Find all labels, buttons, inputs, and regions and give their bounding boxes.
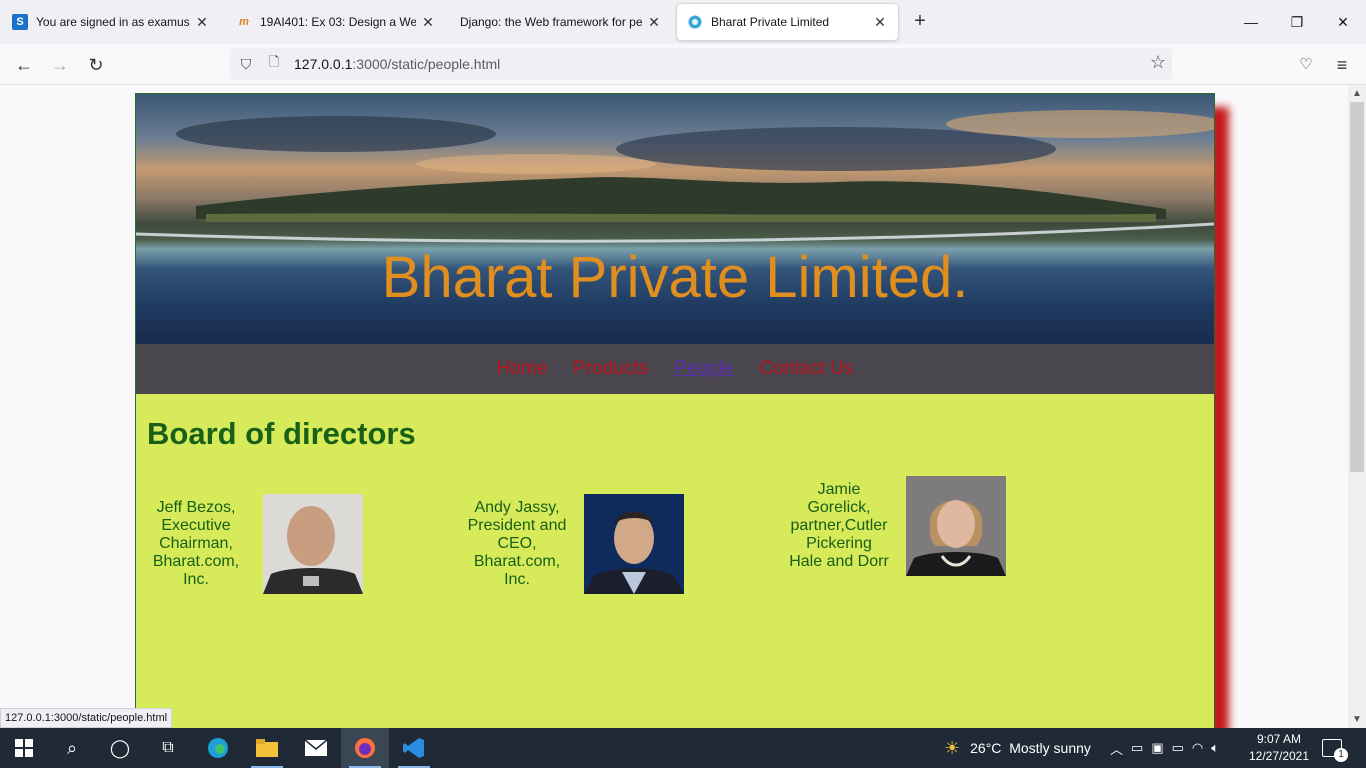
status-url: 127.0.0.1:3000/static/people.html [0,708,173,728]
andy-jassy-photo [584,494,684,594]
volume-icon[interactable]: 🔈︎ [1211,740,1219,756]
windows-logo-icon [15,739,33,757]
edge-icon[interactable] [194,728,242,768]
page-heading: Board of directors [147,416,416,451]
bookmark-star-icon[interactable]: ☆ [1150,52,1166,73]
pocket-icon[interactable]: ♡ [1292,52,1320,78]
cortana-icon[interactable]: ◯ [96,728,144,768]
weather-widget[interactable]: ☀ 26°C Mostly sunny [944,728,1091,768]
mail-icon[interactable] [292,728,340,768]
minimize-button[interactable]: — [1236,8,1266,36]
jamie-gorelick-photo [906,476,1006,576]
search-icon[interactable]: ⌕ [48,728,96,768]
notification-count: 1 [1334,748,1348,762]
close-window-button[interactable]: ✕ [1328,8,1358,36]
tab-strip: S You are signed in as examuser1( ✕ m 19… [0,0,1366,44]
close-tab-icon[interactable]: ✕ [194,14,210,31]
director-caption: Jamie Gorelick, partner,Cutler Pickering… [789,481,889,570]
meet-now-icon[interactable]: ▭ [1131,740,1143,756]
url-text[interactable]: 127.0.0.1:3000/static/people.html [294,56,500,72]
navigation-toolbar: ← → ↻ ⛉ 🗋 127.0.0.1:3000/static/people.h… [0,44,1366,85]
restore-button[interactable]: ❐ [1282,8,1312,36]
system-tray: ︿ ▭ ▣ ▭ ◠ 🔈︎ [1110,728,1219,768]
site-nav-menu: Home Products People Contact Us [136,344,1214,394]
firefox-icon[interactable] [341,728,389,768]
close-tab-icon[interactable]: ✕ [646,14,662,31]
scroll-down-arrow-icon[interactable]: ▼ [1348,711,1366,728]
windows-taskbar: ⌕ ◯ ⧉ ☀ 26°C Mostly sunny ︿ ▭ ▣ ▭ ◠ 🔈︎ 9… [0,728,1366,768]
page-viewport: Bharat Private Limited. Home Products Pe… [0,85,1348,728]
page-scrollbar[interactable]: ▲ ▼ [1348,85,1366,728]
brand-title: Bharat Private Limited. [381,245,969,310]
new-tab-button[interactable]: + [908,10,932,34]
nav-link-people[interactable]: People [674,358,733,380]
director-caption: Jeff Bezos, Executive Chairman, Bharat.c… [152,499,240,588]
director-card: Jeff Bezos, Executive Chairman, Bharat.c… [145,494,363,594]
globe-icon [687,14,703,30]
close-tab-icon[interactable]: ✕ [872,14,888,31]
s-logo-icon: S [12,14,28,30]
sun-cloud-icon: ☀ [944,737,961,758]
chevron-up-icon[interactable]: ︿ [1110,739,1123,758]
director-caption: Andy Jassy, President and CEO, Bharat.co… [467,499,567,588]
scrollbar-thumb[interactable] [1350,102,1364,472]
nav-link-home[interactable]: Home [497,358,548,380]
start-button[interactable] [0,728,48,768]
content-area: Board of directors Jeff Bezos, Executive… [136,394,1214,728]
forward-button[interactable]: → [46,52,74,78]
director-card: Jamie Gorelick, partner,Cutler Pickering… [788,476,1006,576]
jeff-bezos-photo [263,494,363,594]
wifi-icon[interactable]: ◠ [1192,740,1203,756]
file-explorer-icon[interactable] [243,728,291,768]
vscode-icon[interactable] [390,728,438,768]
tab-django[interactable]: Django: the Web framework for perf ✕ [450,4,672,40]
reload-button[interactable]: ↻ [82,52,110,78]
shield-icon[interactable]: ⛉ [238,56,254,73]
close-tab-icon[interactable]: ✕ [420,14,436,31]
tab-bharat[interactable]: Bharat Private Limited ✕ [677,4,898,40]
task-view-icon[interactable]: ⧉ [144,728,192,768]
nav-link-products[interactable]: Products [573,358,648,380]
tab-signed-in[interactable]: S You are signed in as examuser1( ✕ [2,4,220,40]
header-banner: Bharat Private Limited. [136,94,1214,344]
clock[interactable]: 9:07 AM 12/27/2021 [1244,731,1314,765]
menu-icon[interactable]: ≡ [1328,52,1356,78]
back-button[interactable]: ← [10,52,38,78]
notification-center-button[interactable]: 1 [1322,728,1348,768]
battery-icon[interactable]: ▭ [1172,740,1184,756]
tab-ex03[interactable]: m 19AI401: Ex 03: Design a Website ✕ [226,4,446,40]
page-icon[interactable]: 🗋 [266,53,282,75]
scroll-up-arrow-icon[interactable]: ▲ [1348,85,1366,102]
director-card: Andy Jassy, President and CEO, Bharat.co… [466,494,684,594]
clipboard-icon[interactable]: ▣ [1151,740,1163,756]
site-container: Bharat Private Limited. Home Products Pe… [135,93,1215,728]
nav-link-contact[interactable]: Contact Us [759,358,853,380]
moodle-icon: m [239,16,249,28]
address-bar[interactable]: ⛉ 🗋 127.0.0.1:3000/static/people.html ☆ [230,48,1172,80]
